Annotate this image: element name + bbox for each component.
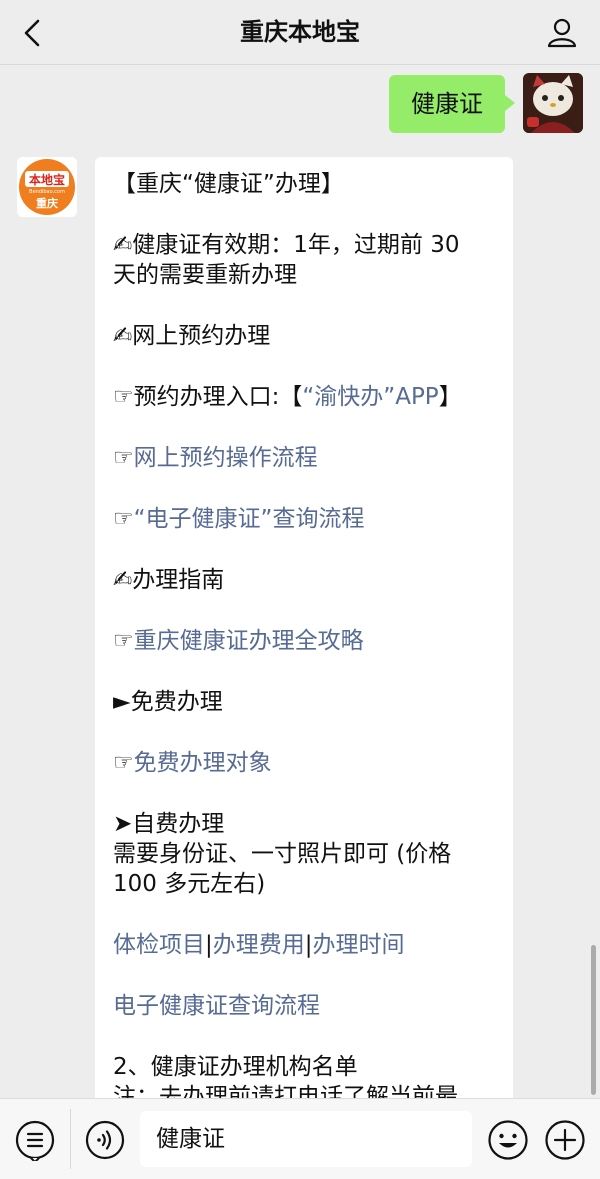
pointing-hand-icon: ☞ <box>113 750 134 776</box>
online-flow-line: ☞网上预约操作流程 <box>113 443 495 473</box>
scrollbar[interactable] <box>591 945 596 1095</box>
booking-entry-suffix: 】 <box>438 384 462 410</box>
booking-entry-line: ☞预约办理入口:【“渝快办”APP】 <box>113 382 495 412</box>
divider <box>70 1109 71 1169</box>
chat-area[interactable]: 健康证 本地宝 Bendibao.com 重庆 【重庆“健康证”办理】 ✍健康证… <box>0 65 600 1098</box>
more-button[interactable] <box>543 1118 587 1162</box>
person-icon <box>547 18 577 48</box>
voice-button[interactable] <box>84 1119 126 1161</box>
fee-link[interactable]: 办理费用 <box>213 932 305 958</box>
online-booking-heading: ✍网上预约办理 <box>113 323 271 349</box>
link-separator: | <box>205 932 213 958</box>
emoji-button[interactable] <box>486 1118 530 1162</box>
plus-icon <box>545 1120 585 1160</box>
ehealth-query-link[interactable]: 电子健康证查询流程 <box>113 991 495 1021</box>
user-avatar[interactable] <box>523 73 583 133</box>
free-eligibility-link[interactable]: 免费办理对象 <box>134 750 272 776</box>
pointing-hand-icon: ☞ <box>113 445 134 471</box>
message-input[interactable]: 健康证 <box>140 1111 472 1167</box>
pointing-hand-icon: ☞ <box>113 628 134 654</box>
free-line: ☞免费办理对象 <box>113 748 495 778</box>
profile-button[interactable] <box>544 14 580 50</box>
ehealth-cert-line: ☞“电子健康证”查询流程 <box>113 504 495 534</box>
guide-heading: ✍办理指南 <box>113 567 225 593</box>
sent-message-bubble[interactable]: 健康证 <box>389 75 515 133</box>
validity-text-cont: 天的需要重新办理 <box>113 262 297 288</box>
yukuaiban-app-link[interactable]: “渝快办”APP <box>302 384 438 410</box>
hours-link[interactable]: 办理时间 <box>313 932 405 958</box>
validity-text: ✍健康证有效期：1年，过期前 30 <box>113 232 460 258</box>
guide-line: ☞重庆健康证办理全攻略 <box>113 626 495 656</box>
org-list-heading: 2、健康证办理机构名单 <box>113 1054 358 1080</box>
online-booking-flow-link[interactable]: 网上预约操作流程 <box>134 445 318 471</box>
received-message-bubble[interactable]: 【重庆“健康证”办理】 ✍健康证有效期：1年，过期前 30 天的需要重新办理 ✍… <box>95 157 513 1098</box>
bendibao-logo: 本地宝 Bendibao.com 重庆 <box>17 157 77 217</box>
input-bar: 健康证 <box>0 1098 600 1179</box>
top-nav-bar: 重庆本地宝 <box>0 0 600 65</box>
ehealth-cert-query-link[interactable]: “电子健康证”查询流程 <box>134 506 365 532</box>
svg-text:本地宝: 本地宝 <box>29 172 65 187</box>
menu-toggle-button[interactable] <box>14 1119 56 1164</box>
paid-heading: ➤自费办理 <box>113 811 225 837</box>
reply-title: 【重庆“健康证”办理】 <box>113 171 344 197</box>
chat-title: 重庆本地宝 <box>240 18 360 46</box>
pointing-hand-icon: ☞ <box>113 506 134 532</box>
menu-list-icon <box>15 1120 55 1164</box>
free-heading: ►免费办理 <box>113 689 223 715</box>
paid-requirements-cont: 100 多元左右) <box>113 871 266 897</box>
voice-icon <box>85 1120 125 1160</box>
info-links-line: 体检项目|办理费用|办理时间 <box>113 930 495 960</box>
link-separator: | <box>304 932 313 958</box>
booking-entry-prefix: ☞预约办理入口:【 <box>113 384 303 410</box>
official-account-avatar[interactable]: 本地宝 Bendibao.com 重庆 <box>17 157 77 217</box>
exam-items-link[interactable]: 体检项目 <box>113 932 205 958</box>
emoji-icon <box>488 1120 528 1160</box>
avatar-image <box>523 73 583 133</box>
note-text: 注：去办理前请打电话了解当前最 <box>113 1084 458 1098</box>
paid-requirements: 需要身份证、一寸照片即可 (价格 <box>113 841 452 867</box>
full-guide-link[interactable]: 重庆健康证办理全攻略 <box>134 628 364 654</box>
svg-text:重庆: 重庆 <box>36 196 58 210</box>
svg-text:Bendibao.com: Bendibao.com <box>29 189 65 195</box>
